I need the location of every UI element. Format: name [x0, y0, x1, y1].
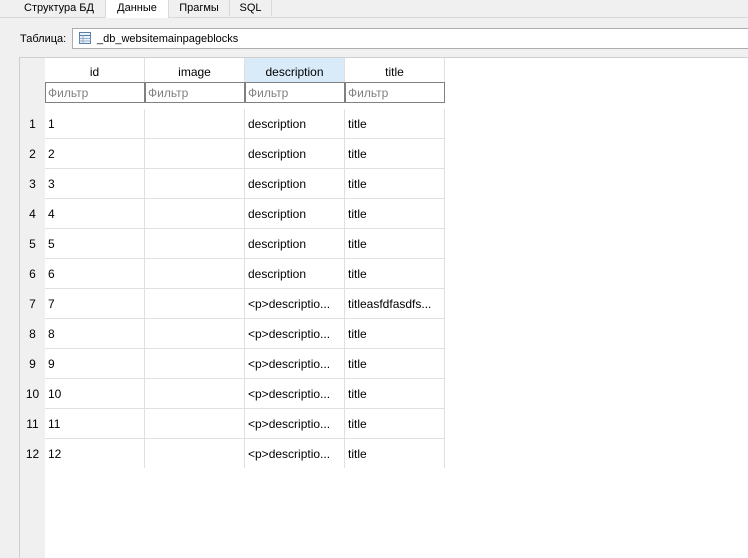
- cell-id[interactable]: 12: [45, 439, 145, 469]
- column-header-description[interactable]: description: [245, 58, 345, 82]
- cell-image[interactable]: [145, 379, 245, 409]
- cell-image[interactable]: [145, 409, 245, 439]
- row-number[interactable]: 6: [20, 259, 45, 289]
- row-number[interactable]: 4: [20, 199, 45, 229]
- cell-image[interactable]: [145, 289, 245, 319]
- cell-title[interactable]: title: [345, 139, 445, 169]
- cell-description[interactable]: <p>descriptio...: [245, 319, 345, 349]
- cell-title[interactable]: title: [345, 259, 445, 289]
- tab-pragmas[interactable]: Прагмы: [169, 0, 230, 16]
- cell-id[interactable]: 8: [45, 319, 145, 349]
- cell-title[interactable]: title: [345, 199, 445, 229]
- cell-description[interactable]: <p>descriptio...: [245, 439, 345, 469]
- cell-title[interactable]: title: [345, 109, 445, 139]
- cell-description[interactable]: description: [245, 139, 345, 169]
- column-header-title[interactable]: title: [345, 58, 445, 82]
- cell-title[interactable]: title: [345, 229, 445, 259]
- column-header-id[interactable]: id: [45, 58, 145, 82]
- cell-id[interactable]: 1: [45, 109, 145, 139]
- row-number[interactable]: 12: [20, 439, 45, 469]
- cell-image[interactable]: [145, 199, 245, 229]
- filter-input-image[interactable]: [145, 82, 245, 103]
- cell-title[interactable]: title: [345, 319, 445, 349]
- cell-description[interactable]: <p>descriptio...: [245, 289, 345, 319]
- cell-description[interactable]: description: [245, 199, 345, 229]
- cell-id[interactable]: 7: [45, 289, 145, 319]
- table-name: _db_websitemainpageblocks: [97, 33, 239, 45]
- row-number[interactable]: 3: [20, 169, 45, 199]
- cell-image[interactable]: [145, 229, 245, 259]
- cell-title[interactable]: title: [345, 349, 445, 379]
- table-label: Таблица:: [20, 33, 67, 45]
- row-number[interactable]: 8: [20, 319, 45, 349]
- data-grid: idimagedescriptiontitle11descriptiontitl…: [19, 57, 748, 558]
- filter-input-title[interactable]: [345, 82, 445, 103]
- cell-id[interactable]: 2: [45, 139, 145, 169]
- row-number[interactable]: 5: [20, 229, 45, 259]
- cell-id[interactable]: 5: [45, 229, 145, 259]
- cell-description[interactable]: <p>descriptio...: [245, 349, 345, 379]
- cell-description[interactable]: description: [245, 169, 345, 199]
- cell-image[interactable]: [145, 169, 245, 199]
- cell-image[interactable]: [145, 259, 245, 289]
- row-number[interactable]: 7: [20, 289, 45, 319]
- tab-bar: Структура БД Данные Прагмы SQL: [0, 0, 748, 18]
- cell-image[interactable]: [145, 139, 245, 169]
- cell-image[interactable]: [145, 439, 245, 469]
- row-number[interactable]: 10: [20, 379, 45, 409]
- cell-title[interactable]: titleasfdfasdfs...: [345, 289, 445, 319]
- cell-id[interactable]: 10: [45, 379, 145, 409]
- row-number[interactable]: 1: [20, 109, 45, 139]
- cell-image[interactable]: [145, 319, 245, 349]
- cell-description[interactable]: <p>descriptio...: [245, 409, 345, 439]
- cell-title[interactable]: title: [345, 379, 445, 409]
- cell-description[interactable]: <p>descriptio...: [245, 379, 345, 409]
- tab-db-structure[interactable]: Структура БД: [13, 0, 106, 16]
- cell-id[interactable]: 9: [45, 349, 145, 379]
- cell-id[interactable]: 4: [45, 199, 145, 229]
- column-header-image[interactable]: image: [145, 58, 245, 82]
- tab-data[interactable]: Данные: [105, 0, 169, 18]
- cell-image[interactable]: [145, 109, 245, 139]
- table-icon: [79, 32, 91, 44]
- cell-title[interactable]: title: [345, 169, 445, 199]
- filter-input-id[interactable]: [45, 82, 145, 103]
- cell-image[interactable]: [145, 349, 245, 379]
- cell-title[interactable]: title: [345, 409, 445, 439]
- row-number[interactable]: 2: [20, 139, 45, 169]
- table-select[interactable]: _db_websitemainpageblocks: [72, 28, 748, 49]
- cell-description[interactable]: description: [245, 259, 345, 289]
- filter-input-description[interactable]: [245, 82, 345, 103]
- row-number[interactable]: 9: [20, 349, 45, 379]
- cell-id[interactable]: 3: [45, 169, 145, 199]
- row-number[interactable]: 11: [20, 409, 45, 439]
- tab-sql[interactable]: SQL: [230, 0, 272, 16]
- cell-description[interactable]: description: [245, 109, 345, 139]
- cell-id[interactable]: 6: [45, 259, 145, 289]
- grid-empty-area: [45, 468, 748, 558]
- cell-description[interactable]: description: [245, 229, 345, 259]
- cell-title[interactable]: title: [345, 439, 445, 469]
- cell-id[interactable]: 11: [45, 409, 145, 439]
